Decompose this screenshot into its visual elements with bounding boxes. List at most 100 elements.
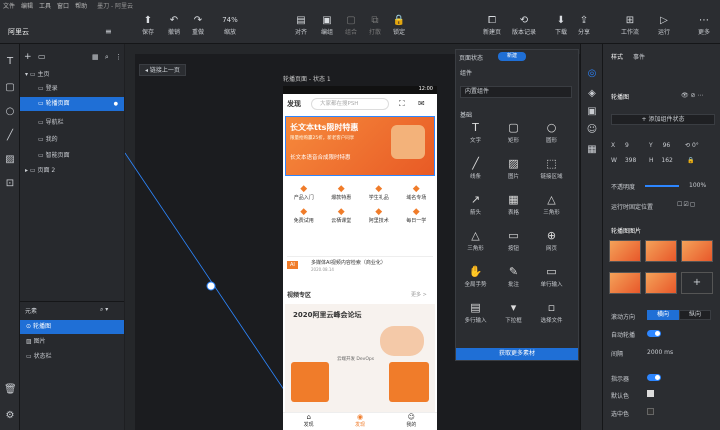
w-field[interactable]: W 398 <box>611 157 636 164</box>
widget-tab-state[interactable]: 页面状态 <box>459 53 483 62</box>
widget-item-10[interactable]: ▭ 按钮 <box>498 228 529 260</box>
entry-8[interactable]: ◆ 每日一学 <box>406 207 426 224</box>
widget-item-14[interactable]: ▭ 单行输入 <box>536 264 567 296</box>
direction-vertical[interactable]: 纵向 <box>679 310 711 320</box>
default-color-swatch[interactable] <box>647 390 654 397</box>
tab-discover-1[interactable]: ⌂ 发现 <box>304 413 314 430</box>
workspace-button[interactable]: ⊞ 工作流 <box>614 14 646 36</box>
element-item-statusbar[interactable]: ▭ 状态栏 <box>20 350 124 364</box>
carousel-image-5[interactable] <box>645 272 677 294</box>
circle-tool-icon[interactable]: ○ <box>4 106 16 118</box>
widget-item-12[interactable]: ✋ 全局手势 <box>460 264 491 296</box>
entry-7[interactable]: ◆ 阿里技术 <box>369 207 389 224</box>
widget-item-4[interactable]: ▨ 图片 <box>498 156 529 188</box>
widget-item-5[interactable]: ⬚ 链接区域 <box>536 156 567 188</box>
scan-icon[interactable]: ⛶ <box>399 99 405 109</box>
mail-icon[interactable]: ✉ <box>418 99 425 108</box>
element-item-carousel[interactable]: ⊙ 轮播图 <box>20 320 124 334</box>
page-item-carousel[interactable]: ▭ 轮播页面 ● <box>20 97 124 111</box>
page-item-page2[interactable]: ▸ ▭ 页面 2 <box>20 164 124 178</box>
page-tools-icons[interactable]: ▦ ⌕ ⋮ <box>92 53 124 62</box>
widget-search[interactable]: 组件 <box>460 68 472 77</box>
text-tool-icon[interactable]: T <box>4 56 16 68</box>
emoji-tab-icon[interactable]: ☺ <box>586 124 598 136</box>
widget-source-select[interactable]: 内置组件 <box>460 86 572 98</box>
grid-tab-icon[interactable]: ▦ <box>586 144 598 156</box>
fixed-position-options[interactable]: ☐☑▢ <box>677 201 696 208</box>
news-item[interactable]: AI 多媒体AI视频内容检索（商业化） 2020.08.14 <box>287 256 433 274</box>
rectangle-tool-icon[interactable]: ▢ <box>4 82 16 94</box>
opacity-value[interactable]: 100% <box>689 182 706 189</box>
redo-button[interactable]: ↷ 重做 <box>182 14 214 36</box>
entry-3[interactable]: ◆ 学生礼品 <box>369 184 389 201</box>
indicator-toggle[interactable] <box>647 374 661 381</box>
more-button[interactable]: ⋯ 更多 <box>688 14 720 36</box>
component-tool-icon[interactable]: ⊡ <box>4 178 16 190</box>
layer-tab-icon[interactable]: ▣ <box>586 106 598 118</box>
page-item-navbar[interactable]: ▭ 导航栏 <box>20 116 124 130</box>
project-name[interactable]: 阿里云 <box>8 27 29 37</box>
y-field[interactable]: Y 96 <box>649 142 670 149</box>
entry-2[interactable]: ◆ 爆款特惠 <box>331 184 351 201</box>
widget-item-9[interactable]: △ 三角形 <box>460 228 491 260</box>
carousel-image-2[interactable] <box>645 240 677 262</box>
add-image-button[interactable]: + <box>681 272 713 294</box>
share-button[interactable]: ⇪ 分享 <box>568 14 600 36</box>
entry-6[interactable]: ◆ 云栖课堂 <box>331 207 351 224</box>
style-tab-icon[interactable]: ◎ <box>586 68 598 80</box>
project-menu-icon[interactable]: ≡ <box>105 27 112 36</box>
entry-4[interactable]: ◆ 域名专场 <box>406 184 426 201</box>
widget-item-15[interactable]: ▤ 多行输入 <box>460 300 491 332</box>
widget-item-0[interactable]: T 文字 <box>460 120 491 152</box>
widget-item-8[interactable]: △ 三角形 <box>536 192 567 224</box>
opacity-slider[interactable] <box>645 185 679 187</box>
lock-button[interactable]: 🔒 锁定 <box>383 14 415 36</box>
tab-discover-2[interactable]: ◉ 发现 <box>355 413 365 430</box>
widget-item-16[interactable]: ▾ 下拉框 <box>498 300 529 332</box>
carousel-banner[interactable]: 长文本tts限时特惠 限量抢购赢25折，新老客户同享 长文本语音合成限时特惠 <box>285 116 435 176</box>
h-field[interactable]: H 162 <box>649 157 673 164</box>
canvas[interactable]: ◂ 链接上一页 轮播页面 - 状态 1 12:00 发现 大家都在搜PSH ⛶ … <box>125 44 580 430</box>
widget-item-13[interactable]: ✎ 批注 <box>498 264 529 296</box>
widget-item-7[interactable]: ▦ 表格 <box>498 192 529 224</box>
autoplay-toggle[interactable] <box>647 330 661 337</box>
carousel-image-1[interactable] <box>609 240 641 262</box>
tab-mine[interactable]: ☺ 我的 <box>406 413 416 430</box>
lock-ratio-icon[interactable]: 🔒 <box>687 157 694 164</box>
get-more-assets-button[interactable]: 获取更多素材 <box>456 348 578 360</box>
add-page-icon[interactable]: + <box>24 52 32 62</box>
video-poster[interactable]: 2020阿里云峰会论坛 云端开发 DevOps <box>285 304 435 412</box>
entry-5[interactable]: ◆ 免费试用 <box>294 207 314 224</box>
menu-tools[interactable]: 工具 <box>39 1 51 10</box>
state-tab-icon[interactable]: ◈ <box>586 88 598 100</box>
phone-search-input[interactable]: 大家都在搜PSH <box>311 98 389 110</box>
page-item-login[interactable]: ▭ 登录 <box>20 82 124 96</box>
zoom-value[interactable]: 74% <box>212 14 248 27</box>
tab-style[interactable]: 样式 <box>611 52 623 61</box>
widget-item-17[interactable]: ▫ 选择文件 <box>536 300 567 332</box>
page-item-smart[interactable]: ▭ 智能页面 <box>20 149 124 163</box>
menu-edit[interactable]: 编辑 <box>21 1 33 10</box>
image-tool-icon[interactable]: ▨ <box>4 154 16 166</box>
visibility-icons[interactable]: 👁 ⊘ ⋯ <box>681 92 703 99</box>
entry-1[interactable]: ◆ 产品入门 <box>294 184 314 201</box>
x-field[interactable]: X 9 <box>611 142 629 149</box>
interval-input[interactable]: 2000 ms <box>647 349 673 356</box>
widget-tab-new[interactable]: 新建 <box>498 52 526 61</box>
add-state-button[interactable]: + 添加组件状态 <box>611 114 715 125</box>
version-button[interactable]: ⟲ 版本记录 <box>506 14 542 36</box>
menu-help[interactable]: 帮助 <box>75 1 87 10</box>
line-tool-icon[interactable]: ╱ <box>4 130 16 142</box>
element-tools-icons[interactable]: ⌕ ▾ <box>100 306 108 314</box>
folder-icon[interactable]: ▭ <box>38 52 46 61</box>
element-item-image[interactable]: ▨ 图片 <box>20 335 124 349</box>
carousel-image-4[interactable] <box>609 272 641 294</box>
widget-item-3[interactable]: ╱ 线条 <box>460 156 491 188</box>
menu-file[interactable]: 文件 <box>3 1 15 10</box>
video-more-link[interactable]: 更多 > <box>411 291 427 298</box>
tab-event[interactable]: 事件 <box>633 52 645 61</box>
new-page-button[interactable]: ⧠ 新建页 <box>476 14 508 36</box>
widget-item-11[interactable]: ⊕ 网页 <box>536 228 567 260</box>
carousel-image-3[interactable] <box>681 240 713 262</box>
widget-item-2[interactable]: ○ 圆形 <box>536 120 567 152</box>
